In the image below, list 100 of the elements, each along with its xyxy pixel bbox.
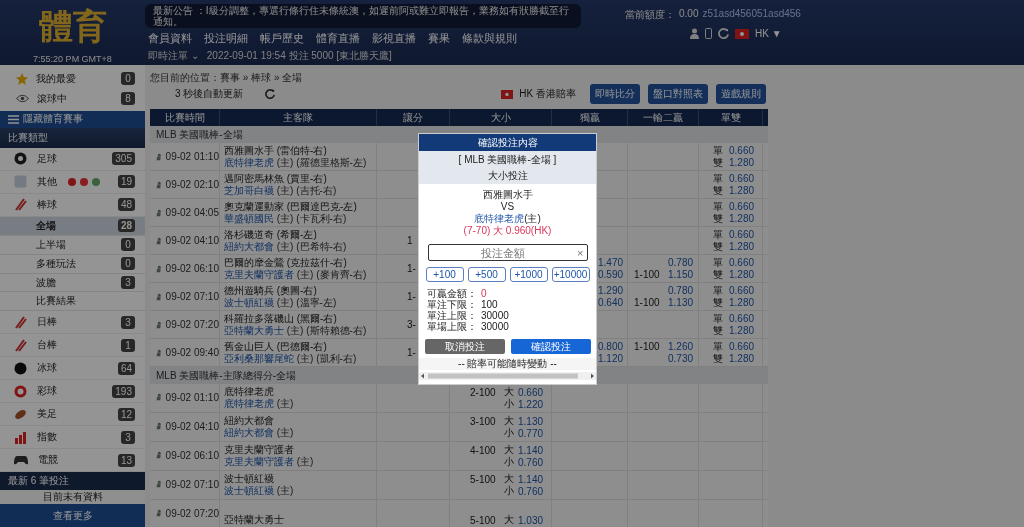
- team-detail: (主) (麥肯齊-右): [296, 268, 367, 280]
- team-name: 華盛頓國民: [224, 212, 274, 224]
- balance-value: 0.00: [679, 8, 699, 21]
- limit-value: 0: [481, 288, 487, 299]
- handicap-line: 1-100: [634, 341, 660, 352]
- total-line: 3-100: [470, 415, 496, 427]
- team-name: 洛杉磯道奇 (希爾-左): [224, 228, 317, 240]
- team-detail: (主): [276, 427, 294, 438]
- over-under-label: 大: [504, 385, 514, 398]
- limit-value: 30000: [481, 310, 509, 321]
- count-badge: 13: [117, 453, 135, 467]
- team-name: 德州遊騎兵 (奧圖-右): [224, 284, 317, 296]
- section-title: 最新 6 筆投注: [0, 472, 145, 490]
- team-name: 克里夫蘭守護者: [224, 444, 294, 456]
- match-time: 09-02 04:05: [165, 207, 219, 218]
- team-detail: (主): [276, 398, 294, 409]
- team-name: 波士頓紅襪: [224, 296, 274, 308]
- match-time: 09-02 01:10: [165, 151, 219, 162]
- count-badge: 8: [121, 92, 135, 106]
- count-badge: 0: [121, 257, 135, 271]
- match-time: 09-02 04:10: [165, 420, 219, 432]
- team-name: 舊金山巨人 (巴德爾-右): [224, 340, 327, 352]
- handicap-line: 1-100: [634, 269, 660, 280]
- team-detail: (主) (羅德里格斯-左): [276, 156, 367, 168]
- count-badge: 1: [121, 338, 135, 352]
- team-name: 奧克蘭運動家 (巴爾達巴克-左): [224, 200, 357, 212]
- versus-text: VS: [500, 201, 515, 213]
- match-time: 09-02 06:10: [165, 449, 219, 461]
- match-time: 09-02 07:20: [165, 507, 219, 519]
- team-detail: (主): [276, 485, 294, 496]
- clock: 7:55:20 PM GMT+8: [33, 54, 112, 64]
- team-name: 巴爾的摩金鶯 (克拉茲什-右): [224, 256, 347, 268]
- count-badge: 12: [117, 407, 135, 421]
- team-name: 紐約大都會: [224, 427, 274, 438]
- limit-label: 單場上限：: [427, 321, 477, 332]
- bet-selection: (7-70) 大 0.960(HK): [463, 225, 552, 237]
- limit-label: 可贏金額：: [427, 288, 477, 299]
- odd-even-label: 雙: [713, 295, 723, 310]
- team-name: 波士頓紅襪: [224, 485, 274, 496]
- team-name: 芝加哥白襪: [224, 184, 274, 196]
- handicap-line: 1: [407, 235, 413, 246]
- count-badge: 64: [117, 361, 135, 375]
- odd-even-label: 雙: [713, 267, 723, 282]
- count-badge: 48: [117, 198, 135, 212]
- odd-even-label: 單: [713, 339, 723, 354]
- league-name: [ MLB 美國職棒-全場 ]: [458, 152, 557, 167]
- count-badge: 0: [121, 72, 135, 86]
- match-time: 09-02 07:10: [165, 478, 219, 490]
- breadcrumb: 您目前的位置：賽事 » 棒球 » 全場: [150, 71, 304, 84]
- match-time: 09-02 09:40: [165, 347, 219, 358]
- handicap-line: 1-: [407, 347, 416, 358]
- team-detail: (主) (凱利-右): [296, 352, 357, 364]
- team-detail: (主) (斯特賴德-右): [286, 324, 367, 336]
- section-title: 比賽類型: [0, 127, 145, 148]
- over-under-label: 小: [504, 484, 514, 498]
- odd-even-label: 單: [713, 199, 723, 214]
- count-badge: 193: [112, 384, 135, 398]
- odd-even-label: 雙: [713, 323, 723, 338]
- team-name: 紐約大都會: [224, 240, 274, 252]
- team-detail: (主) (吉托-右): [276, 184, 337, 196]
- match-time: 09-02 06:10: [165, 263, 219, 274]
- total-line: 4-100: [470, 444, 496, 456]
- logo-text: 體育: [38, 6, 107, 46]
- count-badge: 3: [121, 276, 135, 289]
- team-name: 西雅圖水手: [482, 189, 533, 201]
- over-under-label: 小: [504, 455, 514, 469]
- count-badge: 305: [112, 152, 135, 166]
- odd-even-label: 雙: [713, 155, 723, 170]
- handicap-line: 1-: [407, 263, 416, 274]
- odds-notice: -- 賠率可能隨時變動 --: [419, 358, 596, 370]
- balance-label: 當前額度：: [625, 8, 675, 22]
- count-badge: 19: [117, 175, 135, 189]
- team-detail: (主) (卡瓦利-右): [276, 212, 347, 224]
- home-tag: (主): [524, 213, 541, 224]
- odd-even-label: 單: [713, 311, 723, 326]
- team-name: 底特律老虎: [224, 386, 274, 398]
- team-name: 克里夫蘭守護者: [224, 456, 294, 467]
- team-name: 底特律老虎: [224, 398, 274, 409]
- team-name: 亞特蘭大勇士: [224, 324, 284, 336]
- match-time: 09-02 01:10: [165, 391, 219, 403]
- odd-even-label: 雙: [713, 239, 723, 254]
- count-badge: 28: [117, 219, 135, 233]
- match-time: 09-02 07:20: [165, 319, 219, 330]
- odd-even-label: 雙: [713, 351, 723, 366]
- team-name: 底特律老虎: [224, 156, 274, 168]
- match-time: 09-02 02:10: [165, 179, 219, 190]
- team-name: 紐約大都會: [224, 415, 274, 427]
- odd-even-label: 單: [713, 283, 723, 298]
- handicap-line: 1-: [407, 291, 416, 302]
- announcement-ticker: 最新公告 ：I級分調整，專選行條行住未條統澳，如遲前阿或難立即報告，業務如有狀勝截至行通知。: [145, 4, 581, 28]
- odd-even-label: 雙: [713, 183, 723, 198]
- total-line: 2-100: [470, 386, 496, 398]
- team-name: 科羅拉多落磯山 (黑爾-右): [224, 312, 337, 324]
- bet-type: 大小投注: [487, 168, 528, 183]
- team-name: 邁阿密馬林魚 (賈里-右): [224, 172, 327, 184]
- over-under-label: 大: [504, 443, 514, 456]
- team-name: 波士頓紅襪: [224, 473, 274, 485]
- total-line: 5-100: [470, 473, 496, 485]
- over-under-label: 大: [504, 513, 514, 527]
- handicap-line: 3-: [407, 319, 416, 330]
